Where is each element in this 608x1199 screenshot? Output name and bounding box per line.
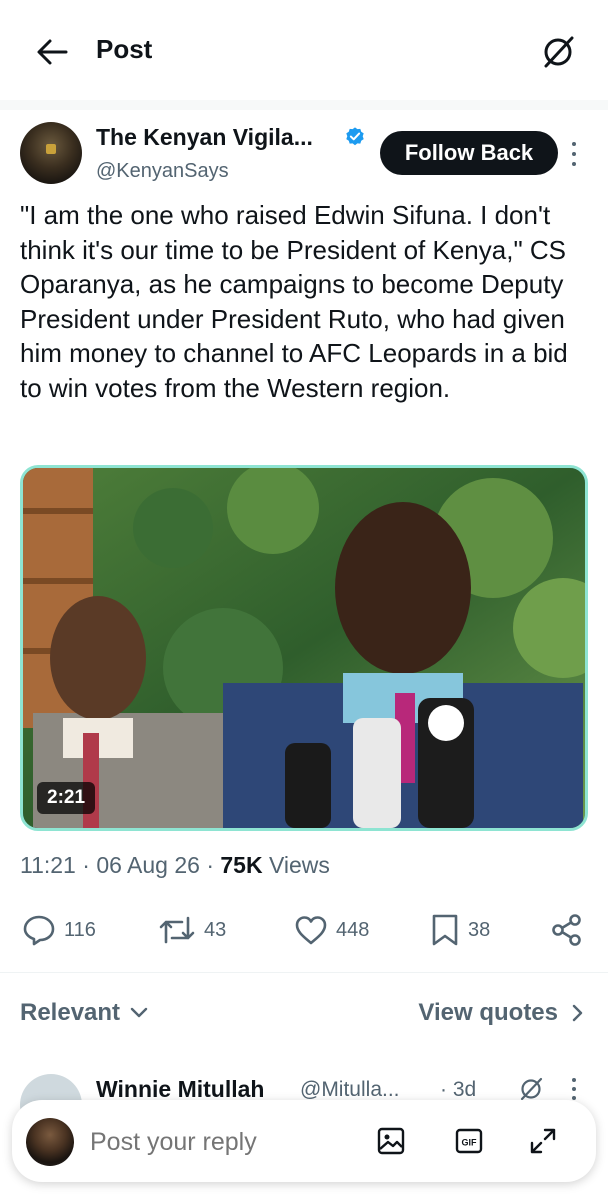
back-button[interactable] xyxy=(32,32,72,72)
grok-slash-icon[interactable] xyxy=(518,1076,544,1102)
post-meta: 11:21 · 06 Aug 26 · 75K Views xyxy=(20,852,330,879)
video-thumbnail xyxy=(23,468,585,828)
share-icon xyxy=(552,914,581,946)
verified-badge-icon[interactable] xyxy=(344,126,366,148)
bookmark-count: 38 xyxy=(468,918,491,941)
post-time: 11:21 xyxy=(20,852,76,878)
repost-icon xyxy=(159,916,195,944)
user-avatar xyxy=(26,1118,74,1166)
post-date: 06 Aug 26 xyxy=(96,852,200,878)
author-avatar[interactable] xyxy=(20,122,82,184)
header-divider xyxy=(0,100,608,110)
author-handle[interactable]: @KenyanSays xyxy=(96,160,229,183)
top-bar: Post xyxy=(0,0,608,100)
gif-button[interactable]: GIF xyxy=(452,1124,486,1158)
more-options-icon[interactable] xyxy=(572,1078,576,1100)
post-action-bar: 116 43 448 38 xyxy=(0,905,608,955)
views-count: 75K xyxy=(220,852,263,878)
video-duration-badge: 2:21 xyxy=(37,782,96,814)
post-video[interactable]: 2:21 xyxy=(20,465,588,831)
repost-button[interactable]: 43 xyxy=(158,905,226,955)
grok-slash-icon xyxy=(544,36,574,68)
sort-label: Relevant xyxy=(20,999,121,1026)
section-divider xyxy=(0,972,608,973)
views-label: Views xyxy=(268,852,330,878)
repost-count: 43 xyxy=(204,918,227,941)
media-button[interactable] xyxy=(374,1124,408,1158)
page-title: Post xyxy=(96,34,153,64)
follow-back-button[interactable]: Follow Back xyxy=(380,131,558,175)
view-quotes-link[interactable]: View quotes xyxy=(418,999,584,1027)
reply-author-name[interactable]: Winnie Mitullah xyxy=(96,1076,264,1103)
reply-input[interactable] xyxy=(90,1128,350,1157)
post-author-row: The Kenyan Vigila... @KenyanSays Follow … xyxy=(0,118,608,190)
reply-filter-row: Relevant View quotes xyxy=(0,995,608,1035)
avatar-emblem xyxy=(46,144,56,154)
reply-count: 116 xyxy=(64,918,96,941)
bookmark-icon xyxy=(432,914,458,946)
heart-icon xyxy=(295,916,327,945)
more-options-button[interactable] xyxy=(564,140,584,168)
like-button[interactable]: 448 xyxy=(294,905,369,955)
expand-icon xyxy=(530,1128,556,1154)
meta-separator: · xyxy=(82,852,90,878)
meta-separator: · xyxy=(206,852,214,878)
share-button[interactable] xyxy=(550,905,584,955)
image-icon xyxy=(377,1127,405,1155)
reply-bubble-icon xyxy=(23,915,55,946)
gif-icon: GIF xyxy=(455,1128,483,1154)
reply-time: · 3d xyxy=(440,1078,477,1101)
post-text: "I am the one who raised Edwin Sifuna. I… xyxy=(20,200,568,403)
author-display-name[interactable]: The Kenyan Vigila... xyxy=(96,124,313,151)
view-quotes-label: View quotes xyxy=(418,999,558,1026)
sort-dropdown[interactable]: Relevant xyxy=(20,999,148,1027)
bookmark-button[interactable]: 38 xyxy=(430,905,490,955)
reply-button[interactable]: 116 xyxy=(22,905,96,955)
svg-text:GIF: GIF xyxy=(462,1138,478,1148)
grok-button[interactable] xyxy=(536,30,580,74)
like-count: 448 xyxy=(336,918,370,941)
more-dot-icon xyxy=(572,142,576,146)
arrow-left-icon xyxy=(37,39,68,65)
more-dot-icon xyxy=(572,162,576,166)
expand-button[interactable] xyxy=(526,1124,560,1158)
reply-compose-bar: GIF xyxy=(12,1100,596,1182)
reply-author-handle: @Mitulla... xyxy=(300,1078,400,1101)
chevron-down-icon xyxy=(130,1007,148,1018)
more-dot-icon xyxy=(572,152,576,156)
chevron-right-icon xyxy=(572,1004,583,1022)
